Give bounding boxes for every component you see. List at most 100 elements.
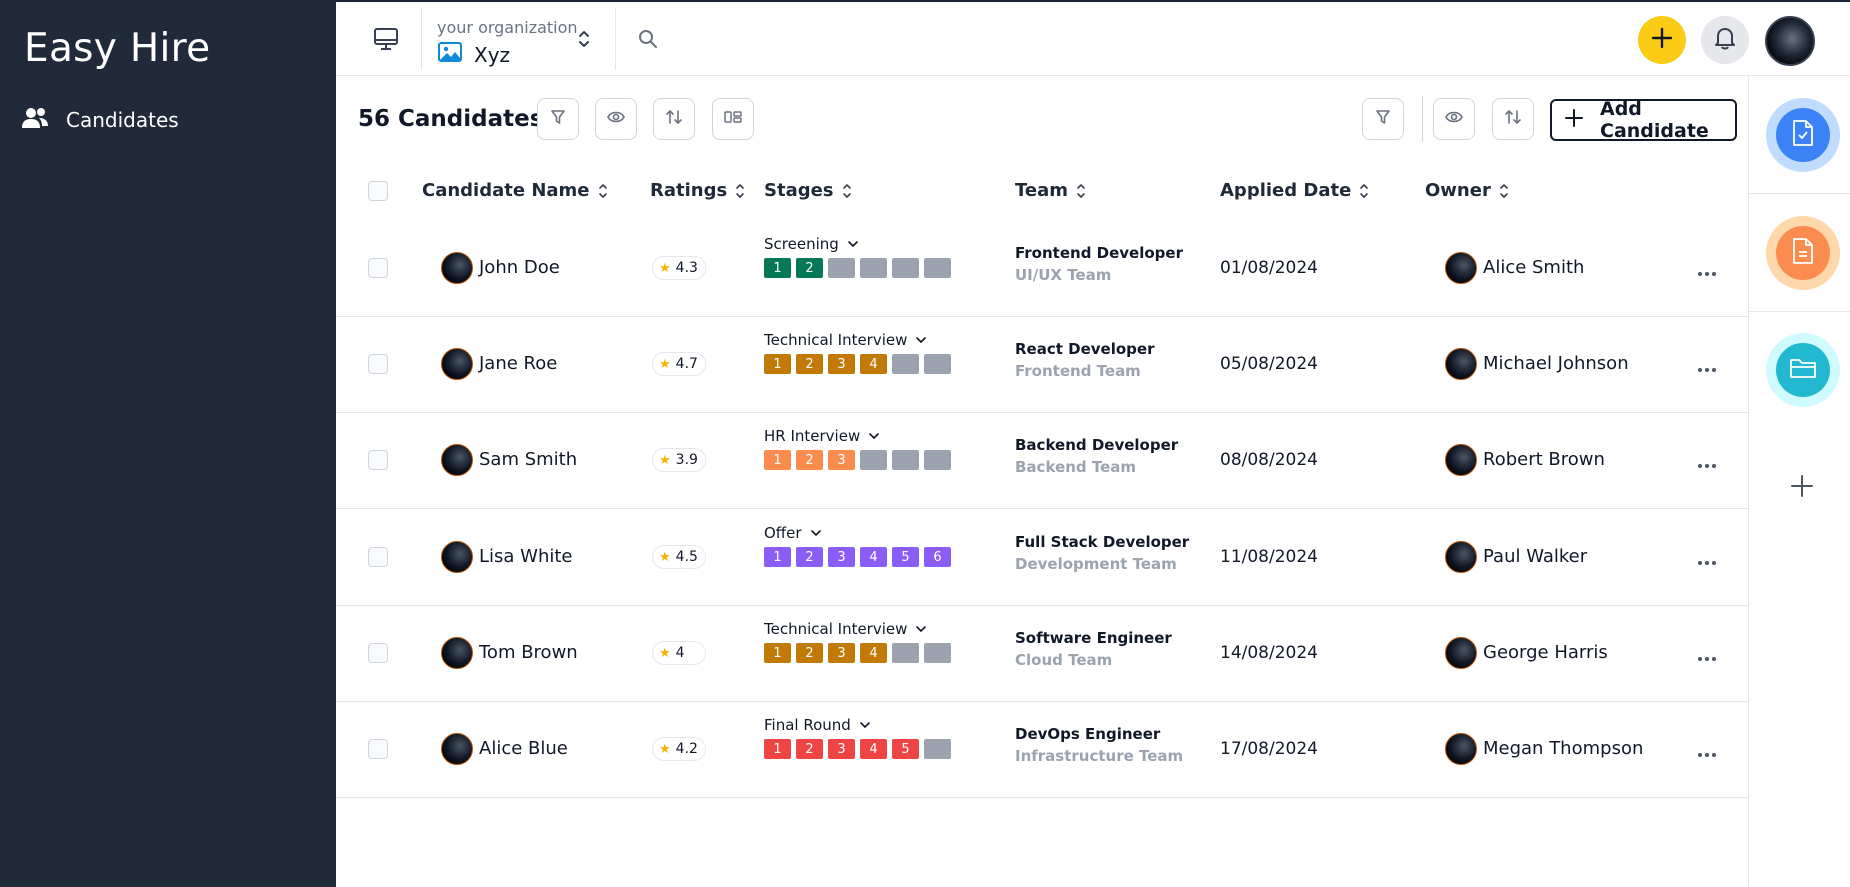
avatar: [441, 541, 473, 573]
column-header-name[interactable]: Candidate Name: [422, 180, 608, 201]
stage-step: 2: [796, 739, 823, 759]
stage-label: Offer: [764, 524, 802, 542]
group-button[interactable]: [712, 98, 754, 140]
eye-icon: [607, 110, 625, 129]
stage-dropdown[interactable]: Screening: [764, 235, 859, 253]
toolbar-divider: [1422, 96, 1423, 142]
stage-step: 5: [892, 739, 919, 759]
stage-step: 1: [764, 354, 791, 374]
stage-label: HR Interview: [764, 427, 861, 445]
stage-step: 3: [828, 643, 855, 663]
filter-button-secondary[interactable]: [1362, 98, 1404, 140]
column-header-stages[interactable]: Stages: [764, 180, 852, 201]
rail-tasks-button[interactable]: [1766, 98, 1840, 172]
stage-step: [924, 739, 951, 759]
filter-button[interactable]: [537, 98, 579, 140]
select-all-checkbox[interactable]: [368, 181, 388, 201]
stage-step: [860, 450, 887, 470]
stage-step: 3: [828, 450, 855, 470]
user-avatar[interactable]: [1765, 16, 1815, 66]
owner-name: Michael Johnson: [1483, 353, 1629, 374]
more-options-icon[interactable]: [1697, 745, 1717, 763]
rail-folder-button[interactable]: [1766, 333, 1840, 407]
monitor-icon[interactable]: [372, 25, 400, 53]
layout-icon: [724, 109, 742, 130]
stage-step: [892, 258, 919, 278]
rating-value: 4.7: [675, 356, 698, 372]
quick-add-button[interactable]: [1638, 16, 1686, 64]
sort-icon: [842, 183, 851, 198]
stage-step: 6: [924, 547, 951, 567]
row-checkbox[interactable]: [368, 450, 388, 470]
sort-button[interactable]: [653, 98, 695, 140]
notifications-button[interactable]: [1701, 16, 1749, 64]
column-header-team[interactable]: Team: [1015, 180, 1086, 201]
avatar: [441, 348, 473, 380]
column-header-applied-date[interactable]: Applied Date: [1220, 180, 1369, 201]
row-checkbox[interactable]: [368, 739, 388, 759]
stage-label: Technical Interview: [764, 331, 908, 349]
star-icon: ★: [659, 549, 671, 565]
stage-dropdown[interactable]: HR Interview: [764, 427, 880, 445]
chevron-up-down-icon[interactable]: [577, 29, 591, 54]
chevron-down-icon: [916, 337, 927, 343]
search-icon[interactable]: [638, 29, 658, 54]
stage-progress: 1234: [764, 643, 951, 663]
row-checkbox[interactable]: [368, 258, 388, 278]
org-caption: your organization: [437, 18, 578, 37]
avatar: [441, 252, 473, 284]
stage-step: [924, 354, 951, 374]
applied-date: 05/08/2024: [1220, 354, 1318, 374]
view-button[interactable]: [595, 98, 637, 140]
stage-step: 1: [764, 739, 791, 759]
applied-date: 17/08/2024: [1220, 739, 1318, 759]
candidate-name[interactable]: Lisa White: [479, 546, 573, 567]
row-checkbox[interactable]: [368, 643, 388, 663]
more-options-icon[interactable]: [1697, 456, 1717, 474]
sort-button-secondary[interactable]: [1492, 98, 1534, 140]
stage-step: 1: [764, 450, 791, 470]
candidate-name[interactable]: John Doe: [479, 257, 560, 278]
rating-value: 4.3: [675, 260, 698, 276]
add-candidate-button[interactable]: Add Candidate: [1550, 98, 1737, 142]
row-checkbox[interactable]: [368, 354, 388, 374]
team-role: Backend Developer: [1015, 436, 1179, 454]
rating-badge: ★ 4.7: [652, 352, 706, 376]
candidate-name[interactable]: Sam Smith: [479, 449, 577, 470]
rail-documents-button[interactable]: [1766, 216, 1840, 290]
view-button-secondary[interactable]: [1433, 98, 1475, 140]
more-options-icon[interactable]: [1697, 649, 1717, 667]
stage-dropdown[interactable]: Technical Interview: [764, 331, 927, 349]
applied-date: 01/08/2024: [1220, 258, 1318, 278]
team-name: Development Team: [1015, 555, 1177, 573]
column-header-ratings[interactable]: Ratings: [650, 180, 745, 201]
stage-progress: 12345: [764, 739, 951, 759]
stage-dropdown[interactable]: Offer: [764, 524, 822, 542]
more-options-icon[interactable]: [1697, 264, 1717, 282]
team-role: Full Stack Developer: [1015, 533, 1190, 551]
rating-value: 4.2: [675, 741, 698, 757]
column-header-owner[interactable]: Owner: [1425, 180, 1509, 201]
stage-progress: 123456: [764, 547, 951, 567]
more-options-icon[interactable]: [1697, 360, 1717, 378]
more-options-icon[interactable]: [1697, 553, 1717, 571]
candidate-name[interactable]: Tom Brown: [479, 642, 578, 663]
org-switcher[interactable]: Xyz: [438, 42, 510, 67]
sidebar-item-candidates[interactable]: Candidates: [22, 104, 179, 136]
rating-badge: ★ 4: [652, 641, 706, 665]
team-name: UI/UX Team: [1015, 266, 1112, 284]
row-checkbox[interactable]: [368, 547, 388, 567]
stage-step: [892, 450, 919, 470]
chevron-down-icon: [847, 241, 858, 247]
stage-step: 3: [828, 739, 855, 759]
applied-date: 08/08/2024: [1220, 450, 1318, 470]
candidate-name[interactable]: Jane Roe: [479, 353, 557, 374]
add-widget-icon[interactable]: [1790, 474, 1814, 503]
owner-avatar: [1445, 733, 1477, 765]
stage-step: [924, 450, 951, 470]
rating-badge: ★ 4.2: [652, 737, 706, 761]
candidate-name[interactable]: Alice Blue: [479, 738, 568, 759]
stage-dropdown[interactable]: Technical Interview: [764, 620, 927, 638]
stage-dropdown[interactable]: Final Round: [764, 716, 871, 734]
sort-icon: [1500, 183, 1508, 198]
